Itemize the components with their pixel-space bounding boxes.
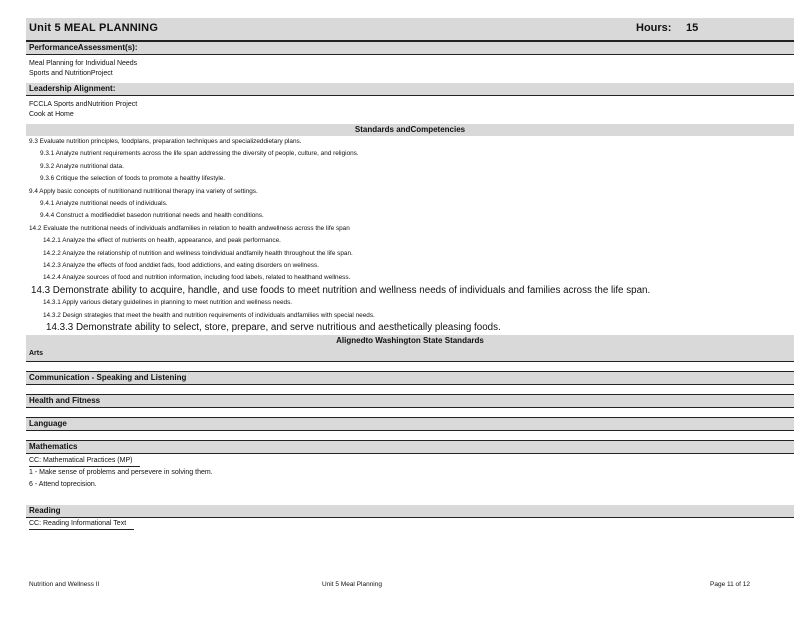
performance-heading: PerformanceAssessment(s):: [26, 42, 794, 55]
footer-course: Nutrition and Wellness II: [29, 581, 100, 588]
standards-list: 9.3 Evaluate nutrition principles, foodp…: [26, 136, 794, 335]
unit-title: Unit 5 MEAL PLANNING: [29, 22, 159, 34]
standard-item: 14.3.3 Demonstrate ability to select, st…: [46, 322, 501, 334]
footer-page: Page 11 of 12: [710, 581, 750, 588]
standard-item: 14.2.2 Analyze the relationship of nutri…: [43, 249, 353, 257]
standard-item: 14.3.1 Apply various dietary guidelines …: [43, 299, 293, 307]
standard-item: 9.3 Evaluate nutrition principles, foodp…: [29, 138, 302, 145]
aligned-heading-bar: Alignedto Washington State Standards Art…: [26, 334, 794, 362]
reading-subheading-text: CC: Reading Informational Text: [29, 519, 135, 530]
performance-line: Meal Planning for Individual Needs: [29, 60, 138, 67]
mathematics-line: 1 - Make sense of problems and persevere…: [29, 468, 213, 476]
page-footer: Nutrition and Wellness II Unit 5 Meal Pl…: [26, 581, 794, 593]
hours-label: Hours:: [636, 22, 672, 34]
reading-subheading: CC: Reading Informational Text: [26, 518, 794, 530]
standards-heading: Standards andCompetencies: [26, 124, 794, 136]
mathematics-subheading: CC: Mathematical Practices (MP): [26, 454, 794, 467]
leadership-heading: Leadership Alignment:: [26, 83, 794, 96]
mathematics-subheading-text: CC: Mathematical Practices (MP): [29, 456, 141, 467]
performance-line: Sports and NutritionProject: [29, 70, 113, 77]
language-heading: Language: [26, 416, 794, 431]
leadership-line: FCCLA Sports andNutrition Project: [29, 101, 138, 108]
standard-item: 9.3.2 Analyze nutritional data.: [40, 162, 124, 170]
aligned-heading: Alignedto Washington State Standards: [336, 335, 484, 345]
standard-item: 9.4.4 Construct a modifieddiet basedon n…: [40, 212, 264, 220]
standard-item: 14.2.1 Analyze the effect of nutrients o…: [43, 237, 281, 245]
reading-heading: Reading: [26, 504, 794, 518]
standard-item: 9.4.1 Analyze nutritional needs of indiv…: [40, 200, 168, 208]
communication-heading: Communication - Speaking and Listening: [26, 370, 794, 385]
leadership-line: Cook at Home: [29, 111, 74, 118]
standard-item: 14.3.2 Design strategies that meet the h…: [43, 311, 375, 319]
mathematics-line: 6 - Attend toprecision.: [29, 480, 97, 488]
document-page: Unit 5 MEAL PLANNING Hours: 15 Performan…: [26, 18, 794, 530]
performance-list: Meal Planning for Individual Needs Sport…: [26, 55, 794, 83]
leadership-list: FCCLA Sports andNutrition Project Cook a…: [26, 96, 794, 124]
health-heading: Health and Fitness: [26, 393, 794, 408]
standard-item: 9.4 Apply basic concepts of nutritionand…: [29, 187, 258, 195]
standard-item: 14.3 Demonstrate ability to acquire, han…: [31, 284, 651, 296]
standard-item: 14.2.3 Analyze the effects of food anddi…: [43, 262, 319, 270]
unit-title-bar: Unit 5 MEAL PLANNING Hours: 15: [26, 18, 794, 42]
hours-value: 15: [686, 22, 699, 34]
standard-item: 14.2 Evaluate the nutritional needs of i…: [29, 224, 350, 232]
standard-item: 9.3.6 Critique the selection of foods to…: [40, 175, 226, 183]
standard-item: 14.2.4 Analyze sources of food and nutri…: [43, 274, 351, 282]
mathematics-heading: Mathematics: [26, 439, 794, 454]
footer-unit: Unit 5 Meal Planning: [322, 581, 382, 588]
standard-item: 9.3.1 Analyze nutrient requirements acro…: [40, 150, 359, 158]
arts-heading: Arts: [29, 349, 44, 357]
